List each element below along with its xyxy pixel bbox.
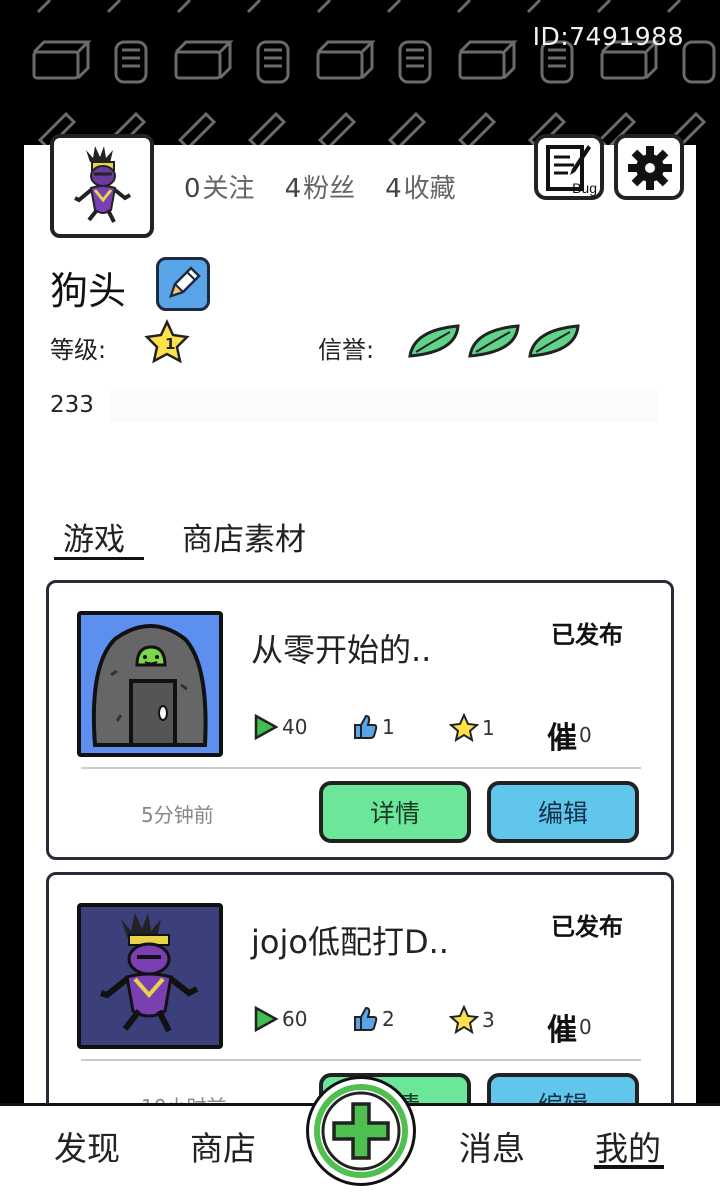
card-divider — [81, 1059, 641, 1061]
play-count-value: 40 — [282, 715, 308, 739]
followers-count: 4 — [284, 174, 302, 204]
level-label: 等级: — [50, 336, 107, 364]
favorite-count-value: 1 — [482, 716, 495, 740]
edit-button[interactable]: 编辑 — [487, 781, 639, 843]
urge-label: 催 — [547, 721, 577, 756]
username: 狗头 — [50, 269, 127, 313]
edit-name-button[interactable] — [156, 257, 210, 311]
settings-button[interactable] — [614, 134, 684, 200]
play-icon — [254, 1005, 279, 1033]
favorites-label: 收藏 — [403, 174, 456, 204]
urge-count: 催 0 — [547, 713, 592, 757]
create-button[interactable] — [306, 1076, 416, 1186]
following-count: 0 — [184, 174, 201, 204]
thumbs-up-icon — [354, 1006, 378, 1031]
leaf-icon — [528, 324, 580, 358]
game-status: 已发布 — [551, 621, 623, 649]
bug-label: Bug — [572, 180, 597, 196]
publish-time: 5分钟前 — [141, 803, 214, 827]
detail-button[interactable]: 详情 — [319, 781, 471, 843]
pencil-icon — [169, 266, 201, 298]
level-value: 1 — [165, 335, 175, 353]
header-pattern: ID:7491988 — [0, 0, 720, 145]
leaf-icon — [408, 324, 460, 358]
urge-count: 催 0 — [547, 1005, 592, 1049]
game-thumbnail — [77, 903, 223, 1049]
favorite-count: 1 — [449, 713, 495, 743]
card-divider — [81, 767, 641, 769]
credit-leaves — [406, 322, 582, 362]
bug-report-button[interactable]: Bug — [534, 134, 604, 200]
game-card[interactable]: 从零开始的.. 已发布 40 1 1 催 0 5分钟前 详情 编辑 — [46, 580, 674, 860]
bio-background — [110, 388, 658, 422]
profile-stats: 0关注 4粉丝 4收藏 — [184, 168, 456, 205]
like-count-value: 1 — [382, 715, 395, 739]
active-tab-indicator — [54, 557, 144, 560]
favorites-stat[interactable]: 4收藏 — [385, 168, 456, 205]
following-stat[interactable]: 0关注 — [184, 168, 255, 205]
game-status: 已发布 — [551, 913, 623, 941]
followers-label: 粉丝 — [303, 174, 356, 204]
leaf-icon — [468, 324, 520, 358]
gear-icon — [628, 146, 672, 190]
urge-count-value: 0 — [579, 1015, 592, 1039]
favorite-count-value: 3 — [482, 1008, 495, 1032]
tab-store-assets[interactable]: 商店素材 — [182, 514, 306, 559]
level-star-icon: 1 — [144, 319, 190, 364]
urge-count-value: 0 — [579, 723, 592, 747]
nav-mine[interactable]: 我的 — [595, 1122, 661, 1170]
favorites-count: 4 — [385, 174, 402, 204]
like-count: 2 — [351, 1005, 395, 1033]
plus-icon — [314, 1084, 408, 1178]
play-count-value: 60 — [282, 1007, 308, 1031]
following-label: 关注 — [202, 174, 255, 204]
active-nav-indicator — [594, 1165, 664, 1169]
like-count-value: 2 — [382, 1007, 395, 1031]
star-icon — [449, 713, 479, 743]
game-title: jojo低配打D.. — [251, 923, 449, 961]
thumbs-up-icon — [354, 714, 378, 739]
play-count: 40 — [253, 713, 307, 741]
nav-messages[interactable]: 消息 — [459, 1122, 525, 1170]
user-id: ID:7491988 — [532, 22, 684, 51]
ninja-character-icon — [74, 146, 132, 223]
favorite-count: 3 — [449, 1005, 495, 1035]
ninja-character-icon — [100, 913, 199, 1033]
play-count: 60 — [253, 1005, 307, 1033]
tab-games[interactable]: 游戏 — [63, 514, 125, 559]
credit-label: 信誉: — [318, 336, 375, 364]
star-icon — [449, 1005, 479, 1035]
nav-store[interactable]: 商店 — [190, 1122, 256, 1170]
followers-stat[interactable]: 4粉丝 — [285, 168, 356, 205]
game-title: 从零开始的.. — [251, 631, 432, 669]
cave-door-icon — [91, 624, 208, 747]
play-icon — [254, 713, 279, 741]
avatar[interactable] — [50, 134, 154, 238]
urge-label: 催 — [547, 1013, 577, 1048]
like-count: 1 — [351, 713, 395, 741]
game-thumbnail — [77, 611, 223, 757]
bio-text: 233 — [50, 392, 94, 418]
nav-discover[interactable]: 发现 — [54, 1122, 120, 1170]
